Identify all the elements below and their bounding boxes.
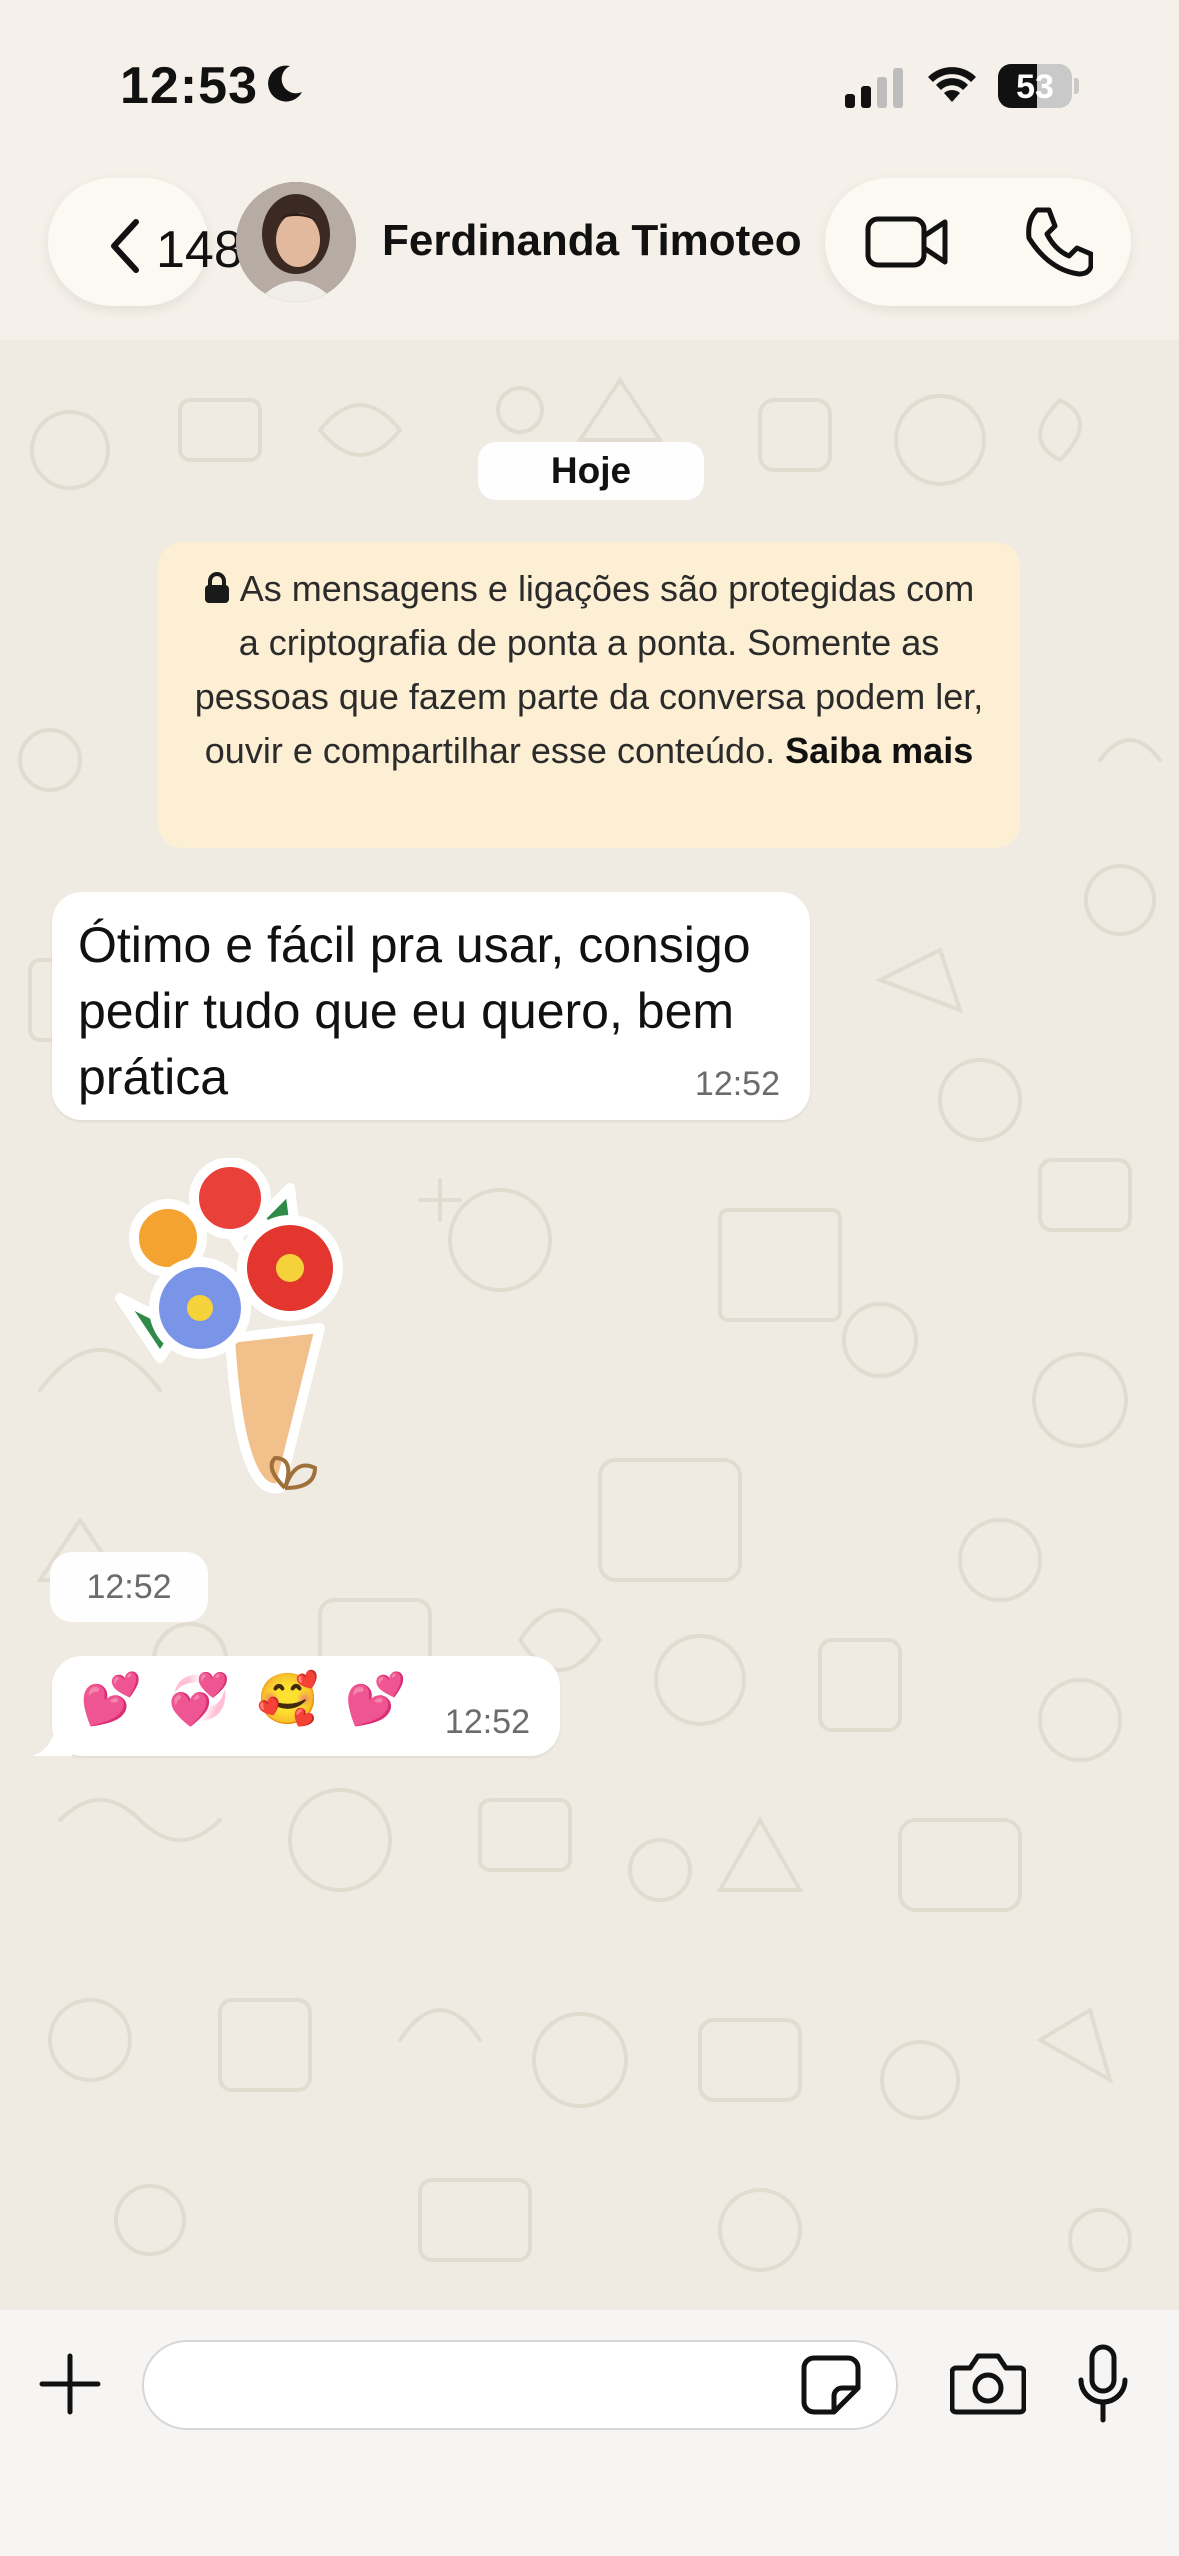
- avatar[interactable]: [236, 182, 356, 302]
- message-time: 12:52: [444, 1703, 530, 1741]
- wifi-icon: [928, 67, 976, 102]
- message-input[interactable]: [142, 2340, 898, 2430]
- encryption-notice[interactable]: As mensagens e ligações são protegidas c…: [158, 542, 1020, 848]
- message-bubble[interactable]: Ótimo e fácil pra usar, consigo pedir tu…: [52, 892, 810, 1120]
- microphone-icon[interactable]: [1076, 2344, 1130, 2424]
- call-actions: [825, 178, 1131, 306]
- battery-level: 53: [1016, 68, 1054, 106]
- message-composer: [0, 2310, 1179, 2556]
- back-button[interactable]: 148: [48, 178, 243, 306]
- lock-icon: [204, 572, 229, 603]
- message-text: Ótimo e fácil pra usar, consigo pedir tu…: [78, 917, 751, 1105]
- chat-area[interactable]: Hoje As mensagens e ligações são protegi…: [0, 340, 1179, 2310]
- battery-icon: 53: [998, 64, 1080, 108]
- plus-icon[interactable]: [38, 2352, 102, 2416]
- avatar-image: [236, 182, 356, 302]
- flower-bouquet-sticker[interactable]: [90, 1158, 380, 1518]
- status-bar: 12:53 53: [0, 0, 1179, 170]
- bubble-tail: [32, 1716, 72, 1756]
- contact-name[interactable]: Ferdinanda Timoteo: [382, 216, 802, 266]
- message-time: 12:52: [694, 1065, 780, 1103]
- unread-count: 148: [156, 221, 243, 279]
- chevron-left-icon: [111, 219, 139, 273]
- video-call-icon[interactable]: [865, 214, 949, 270]
- message-bubble[interactable]: 💕💞🥰💕 12:52: [32, 1656, 560, 1756]
- moon-icon: [268, 65, 302, 102]
- sticker-icon[interactable]: [800, 2354, 862, 2416]
- learn-more-link[interactable]: Saiba mais: [785, 730, 973, 771]
- chat-header: 148 Ferdinanda Timoteo: [0, 170, 1179, 340]
- cellular-signal-icon: [845, 68, 903, 108]
- camera-icon[interactable]: [950, 2350, 1026, 2416]
- day-separator: Hoje: [478, 442, 704, 500]
- sticker-time: 12:52: [50, 1552, 208, 1622]
- phone-call-icon[interactable]: [1023, 206, 1093, 278]
- emoji-message: 💕💞🥰💕: [80, 1670, 434, 1728]
- status-time: 12:53: [120, 57, 258, 115]
